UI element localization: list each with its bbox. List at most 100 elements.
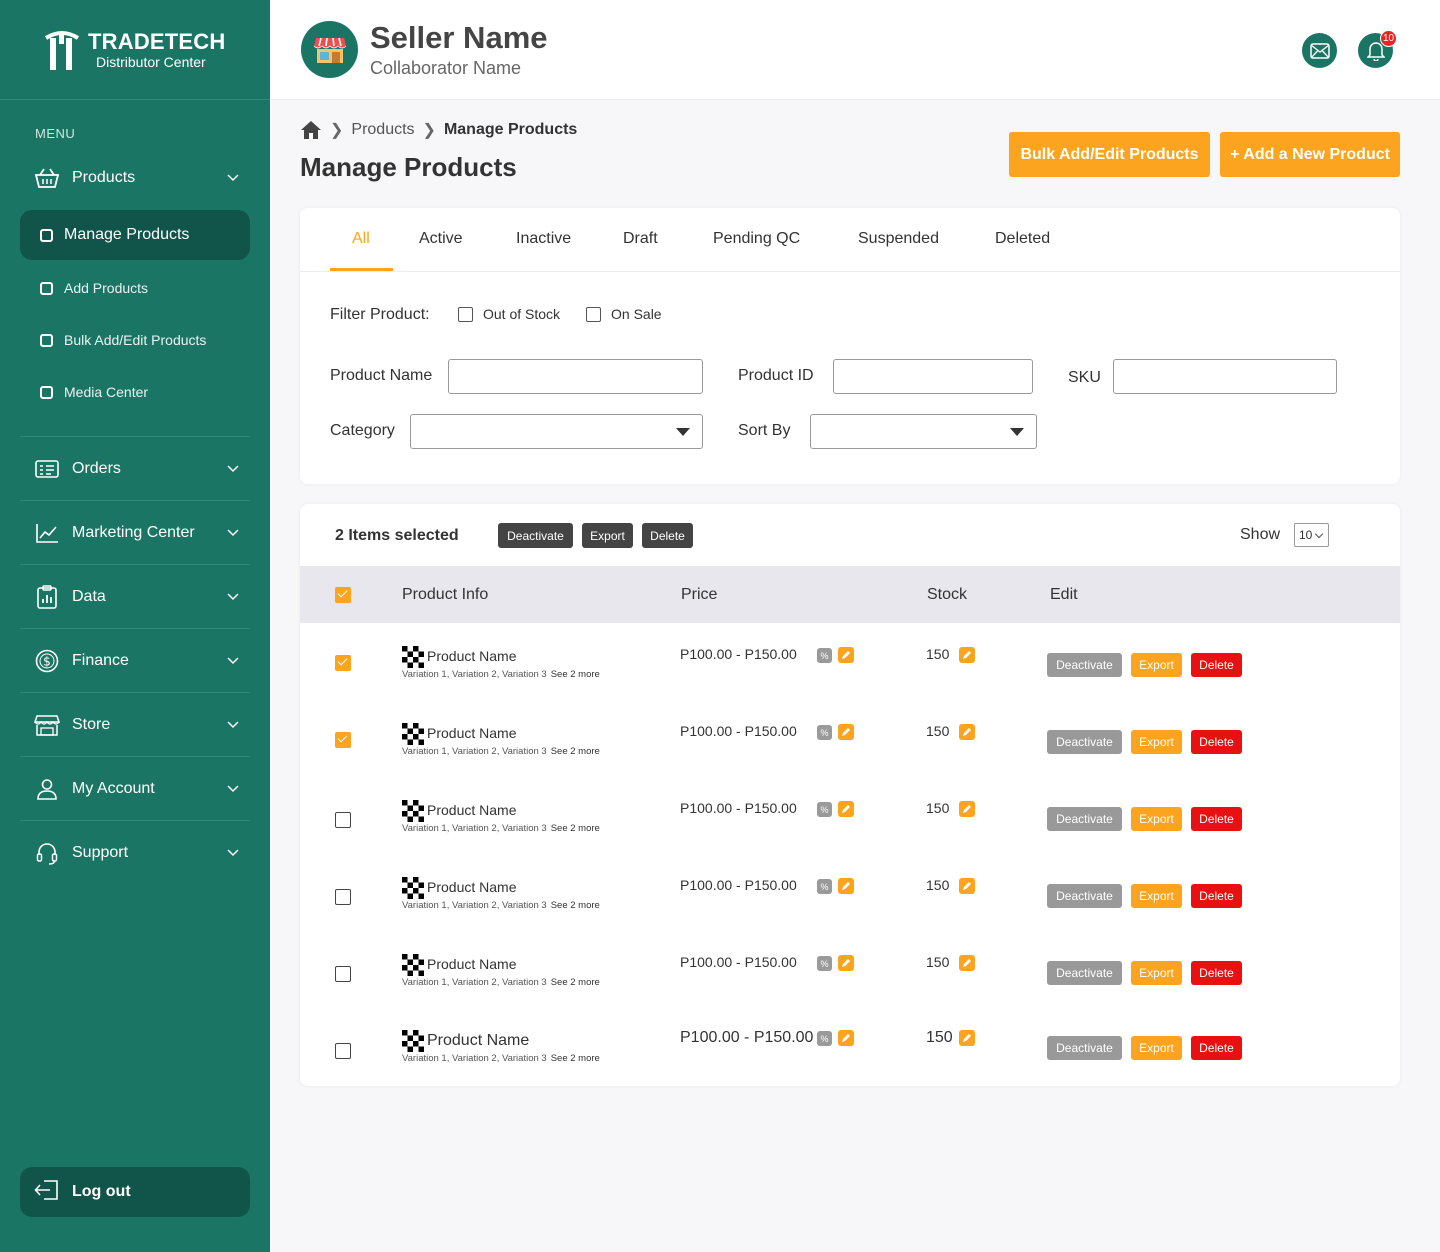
see-more-link[interactable]: See 2 more [551, 746, 600, 757]
seller-avatar[interactable] [301, 21, 358, 78]
product-id-input[interactable] [833, 359, 1033, 394]
see-more-link[interactable]: See 2 more [551, 669, 600, 680]
category-select[interactable] [410, 414, 703, 449]
checkbox-box[interactable] [458, 306, 473, 322]
logout-button[interactable]: Log out [20, 1167, 250, 1217]
edit-stock-icon[interactable] [959, 647, 975, 663]
nav-my-account[interactable]: My Account [20, 767, 250, 811]
tradetech-logo-icon [44, 30, 80, 70]
row-export-button[interactable]: Export [1131, 653, 1182, 677]
edit-price-icon[interactable] [838, 878, 854, 894]
edit-stock-icon[interactable] [959, 955, 975, 971]
percent-discount-icon[interactable]: % [817, 802, 832, 817]
out-of-stock-checkbox[interactable]: Out of Stock [458, 306, 560, 322]
row-delete-button[interactable]: Delete [1191, 961, 1242, 985]
messages-button[interactable] [1302, 33, 1337, 68]
product-name[interactable]: Product Name [427, 879, 516, 895]
row-checkbox[interactable] [335, 1043, 351, 1059]
see-more-link[interactable]: See 2 more [551, 900, 600, 911]
product-name[interactable]: Product Name [427, 956, 516, 972]
brand[interactable]: TRADETECH Distributor Center [0, 0, 270, 100]
percent-discount-icon[interactable]: % [817, 648, 832, 663]
storefront-icon [34, 712, 60, 738]
sku-input[interactable] [1113, 359, 1337, 394]
nav-finance[interactable]: $ Finance [20, 639, 250, 683]
percent-discount-icon[interactable]: % [817, 956, 832, 971]
row-deactivate-button[interactable]: Deactivate [1047, 1036, 1122, 1060]
row-delete-button[interactable]: Delete [1191, 730, 1242, 754]
see-more-link[interactable]: See 2 more [551, 977, 600, 988]
row-checkbox[interactable] [335, 966, 351, 982]
row-delete-button[interactable]: Delete [1191, 884, 1242, 908]
nav-data[interactable]: Data [20, 575, 250, 619]
edit-price-icon[interactable] [838, 1030, 854, 1046]
tab-all[interactable]: All [352, 230, 370, 248]
sidebar-item-label: Add Products [64, 280, 149, 296]
edit-stock-icon[interactable] [959, 878, 975, 894]
sort-by-select[interactable] [810, 414, 1037, 449]
row-checkbox[interactable] [335, 889, 351, 905]
see-more-link[interactable]: See 2 more [551, 1053, 600, 1064]
edit-price-icon[interactable] [838, 724, 854, 740]
edit-stock-icon[interactable] [959, 724, 975, 740]
row-deactivate-button[interactable]: Deactivate [1047, 653, 1122, 677]
nav-support[interactable]: Support [20, 831, 250, 875]
product-name[interactable]: Product Name [427, 648, 516, 664]
nav-store[interactable]: Store [20, 703, 250, 747]
product-name[interactable]: Product Name [427, 1032, 529, 1050]
nav-marketing-center[interactable]: Marketing Center [20, 511, 250, 555]
home-icon[interactable] [300, 120, 322, 140]
tab-pending-qc[interactable]: Pending QC [713, 230, 800, 248]
edit-stock-icon[interactable] [959, 1030, 975, 1046]
row-export-button[interactable]: Export [1131, 884, 1182, 908]
product-variations: Variation 1, Variation 2, Variation 3 See… [402, 1053, 600, 1064]
row-deactivate-button[interactable]: Deactivate [1047, 730, 1122, 754]
nav-products[interactable]: Products [20, 156, 250, 200]
row-export-button[interactable]: Export [1131, 730, 1182, 754]
product-name[interactable]: Product Name [427, 802, 516, 818]
tab-deleted[interactable]: Deleted [995, 230, 1050, 248]
edit-price-icon[interactable] [838, 955, 854, 971]
tab-suspended[interactable]: Suspended [858, 230, 939, 248]
edit-price-icon[interactable] [838, 801, 854, 817]
tab-inactive[interactable]: Inactive [516, 230, 571, 248]
bulk-add-edit-button[interactable]: Bulk Add/Edit Products [1009, 132, 1210, 177]
product-name[interactable]: Product Name [427, 725, 516, 741]
select-all-checkbox[interactable] [335, 587, 351, 603]
sidebar-item-manage-products[interactable]: Manage Products [20, 210, 250, 260]
row-checkbox[interactable] [335, 732, 351, 748]
nav-orders[interactable]: Orders [20, 447, 250, 491]
row-deactivate-button[interactable]: Deactivate [1047, 884, 1122, 908]
percent-discount-icon[interactable]: % [817, 1031, 832, 1046]
product-name-input[interactable] [448, 359, 703, 394]
row-export-button[interactable]: Export [1131, 1036, 1182, 1060]
edit-stock-icon[interactable] [959, 801, 975, 817]
sidebar-item-add-products[interactable]: Add Products [20, 263, 250, 313]
row-deactivate-button[interactable]: Deactivate [1047, 961, 1122, 985]
edit-price-icon[interactable] [838, 647, 854, 663]
checkbox-box[interactable] [586, 306, 601, 322]
sidebar-item-media-center[interactable]: Media Center [20, 367, 250, 417]
on-sale-checkbox[interactable]: On Sale [586, 306, 662, 322]
see-more-link[interactable]: See 2 more [551, 823, 600, 834]
add-new-product-button[interactable]: + Add a New Product [1220, 132, 1400, 177]
row-checkbox[interactable] [335, 812, 351, 828]
row-deactivate-button[interactable]: Deactivate [1047, 807, 1122, 831]
row-export-button[interactable]: Export [1131, 961, 1182, 985]
bulk-deactivate-button[interactable]: Deactivate [498, 523, 573, 548]
breadcrumb-products[interactable]: Products [351, 121, 414, 139]
bulk-delete-button[interactable]: Delete [642, 523, 693, 548]
percent-discount-icon[interactable]: % [817, 879, 832, 894]
tab-draft[interactable]: Draft [623, 230, 658, 248]
row-export-button[interactable]: Export [1131, 807, 1182, 831]
tab-active[interactable]: Active [419, 230, 463, 248]
row-checkbox[interactable] [335, 655, 351, 671]
row-delete-button[interactable]: Delete [1191, 653, 1242, 677]
row-delete-button[interactable]: Delete [1191, 1036, 1242, 1060]
page-size-select[interactable]: 10 [1294, 523, 1329, 547]
sidebar-item-bulk-add-edit[interactable]: Bulk Add/Edit Products [20, 315, 250, 365]
notifications-button[interactable]: 10 [1358, 30, 1397, 68]
bulk-export-button[interactable]: Export [582, 523, 633, 548]
percent-discount-icon[interactable]: % [817, 725, 832, 740]
row-delete-button[interactable]: Delete [1191, 807, 1242, 831]
